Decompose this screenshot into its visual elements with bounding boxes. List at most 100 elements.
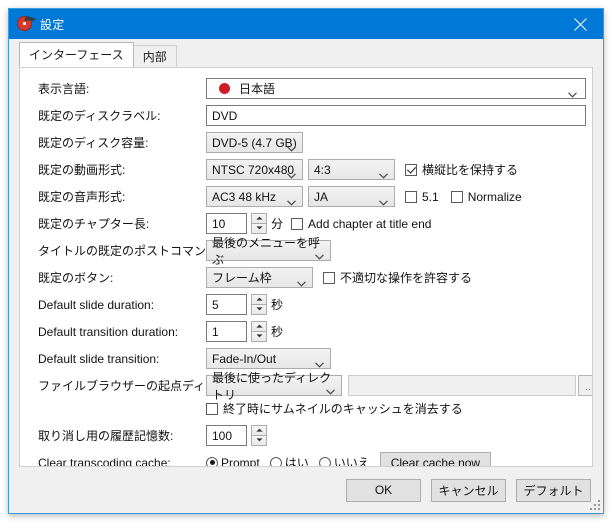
title-bar: 設定: [9, 9, 603, 39]
row-default-slide-transition: Default slide transition: Fade-In/Out: [20, 348, 592, 369]
stepper-down-icon[interactable]: [251, 223, 267, 234]
label-default-disc-capacity: 既定のディスク容量:: [38, 136, 149, 150]
stepper-down-icon[interactable]: [251, 304, 267, 315]
radio-dot: [318, 456, 331, 466]
transcode-cache-option-yes-label: はい: [284, 456, 309, 467]
aspect-ratio-value: 4:3: [314, 162, 331, 177]
keep-aspect-ratio-checkbox[interactable]: 横縦比を保持する: [405, 161, 518, 178]
cancel-button[interactable]: キャンセル: [431, 478, 506, 502]
default-video-format-value: NTSC 720x480: [212, 162, 295, 177]
default-video-format-combo[interactable]: NTSC 720x480: [206, 159, 303, 180]
chevron-down-icon: [326, 384, 335, 398]
disc-icon: [17, 16, 33, 32]
file-browser-start-dir-combo[interactable]: 最後に使ったディレクトリ: [206, 371, 342, 402]
dialog-footer: OK キャンセル デフォルト: [9, 467, 603, 513]
checkbox-box: [323, 271, 335, 284]
row-default-transition-duration: Default transition duration: 1 秒: [20, 321, 592, 342]
checkbox-box: [405, 190, 417, 203]
clear-thumbnail-cache-on-exit-label: 終了時にサムネイルのキャッシュを消去する: [223, 402, 463, 416]
file-browser-path-input[interactable]: [348, 375, 576, 396]
audio-language-combo[interactable]: JA: [308, 186, 395, 207]
checkbox-box: [291, 217, 304, 230]
checkbox-box: [206, 402, 218, 415]
browse-button[interactable]: ...: [578, 375, 592, 396]
chevron-down-icon: [315, 249, 324, 263]
tab-strip: インターフェース 内部: [9, 39, 603, 68]
add-chapter-at-title-end-checkbox[interactable]: Add chapter at title end: [291, 217, 431, 231]
stepper-up-icon[interactable]: [251, 294, 267, 305]
row-default-chapter-length: 既定のチャプター長: 10 分 Add chapter at title end: [20, 213, 592, 234]
stepper-down-icon[interactable]: [251, 331, 267, 342]
normalize-label: Normalize: [467, 189, 522, 204]
surround-51-label: 5.1: [422, 189, 439, 204]
clear-cache-now-button[interactable]: Clear cache now: [379, 451, 492, 466]
row-undo-history-count: 取り消し用の履歴記憶数: 100: [20, 425, 592, 446]
default-slide-transition-combo[interactable]: Fade-In/Out: [206, 348, 331, 369]
stepper-down-icon[interactable]: [251, 435, 267, 446]
ok-button[interactable]: OK: [346, 478, 421, 502]
clear-thumbnail-cache-on-exit-checkbox[interactable]: 終了時にサムネイルのキャッシュを消去する: [206, 400, 463, 417]
transcode-cache-option-no-label: いいえ: [333, 456, 370, 467]
label-default-disc-label: 既定のディスクラベル:: [38, 109, 161, 123]
transcode-cache-option-prompt[interactable]: Prompt: [206, 456, 260, 466]
tab-internal[interactable]: 内部: [132, 45, 177, 68]
radio-dot: [269, 456, 282, 466]
label-default-button: 既定のボタン:: [38, 271, 114, 285]
default-chapter-length-input[interactable]: 10: [206, 213, 247, 234]
transcode-cache-option-no[interactable]: いいえ: [318, 454, 370, 467]
tab-interface[interactable]: インターフェース: [19, 42, 134, 67]
default-disc-capacity-combo[interactable]: DVD-5 (4.7 GB): [206, 132, 303, 153]
close-icon[interactable]: [557, 9, 603, 39]
row-default-video-format: 既定の動画形式: NTSC 720x480 4:3 横縦比を保持する: [20, 159, 592, 180]
undo-history-count-input[interactable]: 100: [206, 425, 247, 446]
chevron-down-icon: [287, 168, 296, 182]
chevron-down-icon: [379, 195, 388, 209]
display-language-combo[interactable]: 日本語: [206, 78, 586, 99]
default-button-value: フレーム枠: [212, 271, 272, 285]
undo-history-count-stepper[interactable]: 100: [206, 425, 267, 446]
keep-aspect-ratio-label: 横縦比を保持する: [422, 163, 519, 177]
label-clear-transcoding-cache: Clear transcoding cache:: [38, 455, 171, 467]
stepper-up-icon[interactable]: [251, 321, 267, 332]
label-default-slide-transition: Default slide transition:: [38, 351, 160, 366]
surround-51-checkbox[interactable]: 5.1: [405, 190, 439, 204]
chevron-down-icon: [297, 276, 306, 290]
settings-dialog: 設定 インターフェース 内部 表示言語: 日本語 既定のディスクラベル: DVD…: [8, 8, 604, 514]
allow-invalid-operations-checkbox[interactable]: 不適切な操作を許容する: [323, 269, 472, 286]
default-chapter-length-stepper[interactable]: 10: [206, 213, 267, 234]
transcode-cache-option-yes[interactable]: はい: [269, 454, 309, 467]
row-display-language: 表示言語: 日本語: [20, 78, 592, 99]
row-default-button: 既定のボタン: フレーム枠 不適切な操作を許容する: [20, 267, 592, 288]
label-default-video-format: 既定の動画形式:: [38, 163, 126, 177]
default-button-combo[interactable]: フレーム枠: [206, 267, 313, 288]
resize-grip[interactable]: [589, 499, 600, 510]
label-default-audio-format: 既定の音声形式:: [38, 190, 126, 204]
row-default-audio-format: 既定の音声形式: AC3 48 kHz JA 5.1 Normalize: [20, 186, 592, 207]
row-file-browser-start-dir: ファイルブラウザーの起点ディレクトリ: 最後に使ったディレクトリ ...: [20, 371, 592, 402]
screen: 設定 インターフェース 内部 表示言語: 日本語 既定のディスクラベル: DVD…: [0, 0, 614, 529]
stepper-up-icon[interactable]: [251, 425, 267, 436]
aspect-ratio-combo[interactable]: 4:3: [308, 159, 395, 180]
default-disc-label-input[interactable]: DVD: [206, 105, 586, 126]
default-audio-format-combo[interactable]: AC3 48 kHz: [206, 186, 303, 207]
audio-language-value: JA: [314, 189, 329, 204]
normalize-checkbox[interactable]: Normalize: [450, 189, 522, 204]
default-slide-duration-stepper[interactable]: 5: [206, 294, 267, 315]
default-post-command-value: 最後のメニューを呼ぶ: [212, 235, 321, 267]
row-default-disc-label: 既定のディスクラベル: DVD: [20, 105, 592, 126]
label-default-chapter-length: 既定のチャプター長:: [38, 217, 150, 231]
label-default-post-command: タイトルの既定のポストコマンド:: [38, 244, 222, 258]
default-post-command-combo[interactable]: 最後のメニューを呼ぶ: [206, 236, 331, 267]
default-button[interactable]: デフォルト: [516, 478, 591, 502]
default-slide-duration-input[interactable]: 5: [206, 294, 247, 315]
default-disc-capacity-value: DVD-5 (4.7 GB): [212, 135, 297, 150]
radio-dot: [206, 456, 218, 466]
transition-duration-unit: 秒: [271, 325, 284, 339]
default-transition-duration-input[interactable]: 1: [206, 321, 247, 342]
add-chapter-at-title-end-label: Add chapter at title end: [308, 216, 432, 231]
default-transition-duration-stepper[interactable]: 1: [206, 321, 267, 342]
stepper-up-icon[interactable]: [251, 213, 267, 224]
row-clear-transcoding-cache: Clear transcoding cache: Prompt はい いいえ C…: [20, 451, 592, 467]
checkbox-box: [450, 190, 463, 203]
default-audio-format-value: AC3 48 kHz: [212, 189, 277, 204]
